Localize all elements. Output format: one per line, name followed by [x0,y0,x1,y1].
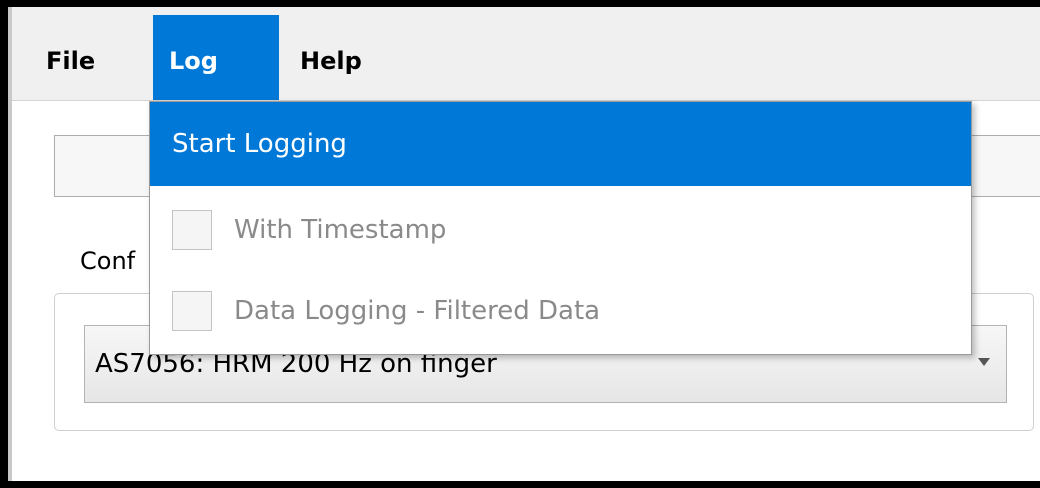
filtered-data-checkbox[interactable] [172,291,212,331]
menu-item-with-timestamp[interactable]: With Timestamp [150,188,971,272]
with-timestamp-label: With Timestamp [234,215,447,245]
menu-file[interactable]: File [30,15,111,100]
configuration-label: Conf [80,247,136,275]
menu-log[interactable]: Log [153,15,279,100]
chevron-down-icon[interactable] [978,358,990,366]
menu-bar: File Log Help [12,7,1040,101]
with-timestamp-checkbox[interactable] [172,210,212,250]
menu-item-start-logging[interactable]: Start Logging [150,102,971,186]
log-menu-dropdown: Start Logging With Timestamp Data Loggin… [149,101,972,355]
filtered-data-label: Data Logging - Filtered Data [234,296,601,326]
menu-help[interactable]: Help [284,15,378,100]
menu-item-filtered-data[interactable]: Data Logging - Filtered Data [150,269,971,353]
app-window: File Log Help Conf AS7056: HRM 200 Hz on… [8,7,1040,481]
